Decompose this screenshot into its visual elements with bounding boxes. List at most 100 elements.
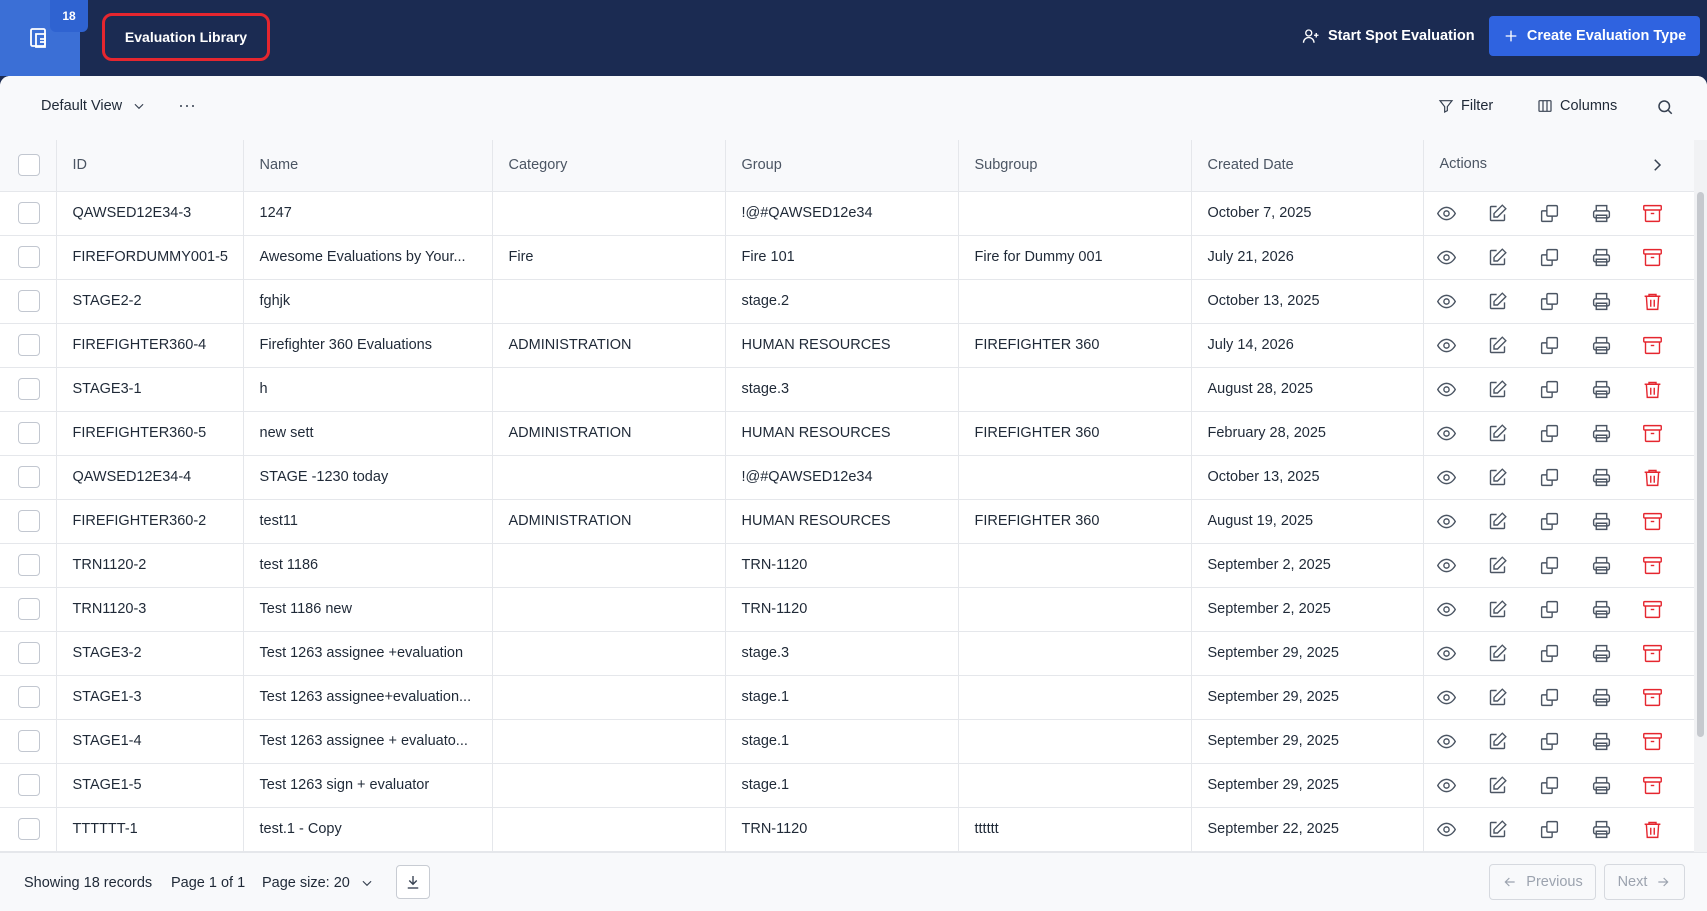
tab-evaluation-library[interactable]: Evaluation Library <box>102 13 270 61</box>
row-checkbox[interactable] <box>18 598 40 620</box>
archive-button[interactable] <box>1642 731 1694 752</box>
print-button[interactable] <box>1591 687 1643 708</box>
duplicate-button[interactable] <box>1539 203 1591 224</box>
view-button[interactable] <box>1436 247 1488 268</box>
row-checkbox[interactable] <box>18 774 40 796</box>
previous-page-button[interactable]: Previous <box>1489 864 1596 900</box>
table-row[interactable]: TTTTTT-1 test.1 - Copy TRN-1120 tttttt Septe… <box>0 807 1694 852</box>
print-button[interactable] <box>1591 335 1643 356</box>
table-row[interactable]: FIREFORDUMMY001-5 Awesome Evaluations by … <box>0 235 1694 280</box>
edit-button[interactable] <box>1487 247 1539 268</box>
edit-button[interactable] <box>1487 643 1539 664</box>
duplicate-button[interactable] <box>1539 247 1591 268</box>
view-button[interactable] <box>1436 203 1488 224</box>
table-row[interactable]: FIREFIGHTER360-5 new sett ADMINISTRATION HU… <box>0 411 1694 456</box>
view-button[interactable] <box>1436 423 1488 444</box>
edit-button[interactable] <box>1487 555 1539 576</box>
view-button[interactable] <box>1436 687 1488 708</box>
row-checkbox[interactable] <box>18 422 40 444</box>
column-header-group[interactable]: Group <box>725 140 959 192</box>
delete-button[interactable] <box>1642 291 1694 312</box>
duplicate-button[interactable] <box>1539 687 1591 708</box>
edit-button[interactable] <box>1487 203 1539 224</box>
table-row[interactable]: FIREFIGHTER360-4 Firefighter 360 Evaluati… <box>0 323 1694 368</box>
archive-button[interactable] <box>1642 423 1694 444</box>
chevron-right-icon[interactable] <box>1648 156 1666 174</box>
print-button[interactable] <box>1591 203 1643 224</box>
filter-button[interactable]: Filter <box>1438 98 1493 114</box>
view-button[interactable] <box>1436 379 1488 400</box>
start-spot-evaluation-button[interactable]: Start Spot Evaluation <box>1296 18 1481 54</box>
print-button[interactable] <box>1591 467 1643 488</box>
print-button[interactable] <box>1591 599 1643 620</box>
row-checkbox[interactable] <box>18 202 40 224</box>
archive-button[interactable] <box>1642 643 1694 664</box>
table-row[interactable]: FIREFIGHTER360-2 test11 ADMINISTRATION HUMA… <box>0 499 1694 544</box>
print-button[interactable] <box>1591 643 1643 664</box>
row-checkbox[interactable] <box>18 466 40 488</box>
page-size-select[interactable]: Page size: 20 <box>262 875 374 891</box>
duplicate-button[interactable] <box>1539 643 1591 664</box>
view-button[interactable] <box>1436 467 1488 488</box>
archive-button[interactable] <box>1642 511 1694 532</box>
archive-button[interactable] <box>1642 247 1694 268</box>
archive-button[interactable] <box>1642 335 1694 356</box>
duplicate-button[interactable] <box>1539 423 1591 444</box>
delete-button[interactable] <box>1642 467 1694 488</box>
print-button[interactable] <box>1591 379 1643 400</box>
scrollbar-thumb[interactable] <box>1697 192 1704 737</box>
row-checkbox[interactable] <box>18 290 40 312</box>
edit-button[interactable] <box>1487 511 1539 532</box>
print-button[interactable] <box>1591 775 1643 796</box>
row-checkbox[interactable] <box>18 246 40 268</box>
delete-button[interactable] <box>1642 819 1694 840</box>
column-header-id[interactable]: ID <box>56 140 244 192</box>
edit-button[interactable] <box>1487 599 1539 620</box>
table-row[interactable]: STAGE1-4 Test 1263 assignee + evaluato...… <box>0 719 1694 764</box>
search-icon[interactable] <box>1656 98 1674 116</box>
next-page-button[interactable]: Next <box>1604 864 1685 900</box>
row-checkbox[interactable] <box>18 378 40 400</box>
duplicate-button[interactable] <box>1539 731 1591 752</box>
archive-button[interactable] <box>1642 687 1694 708</box>
row-checkbox[interactable] <box>18 730 40 752</box>
row-checkbox[interactable] <box>18 686 40 708</box>
duplicate-button[interactable] <box>1539 511 1591 532</box>
duplicate-button[interactable] <box>1539 555 1591 576</box>
table-row[interactable]: STAGE1-3 Test 1263 assignee+evaluation...… <box>0 675 1694 720</box>
archive-button[interactable] <box>1642 599 1694 620</box>
more-options-icon[interactable]: ··· <box>176 94 198 116</box>
view-button[interactable] <box>1436 291 1488 312</box>
table-row[interactable]: TRN1120-2 test 1186 TRN-1120 September 2, 2… <box>0 543 1694 588</box>
view-button[interactable] <box>1436 775 1488 796</box>
duplicate-button[interactable] <box>1539 467 1591 488</box>
edit-button[interactable] <box>1487 467 1539 488</box>
table-row[interactable]: TRN1120-3 Test 1186 new TRN-1120 September … <box>0 587 1694 632</box>
table-row[interactable]: QAWSED12E34-4 STAGE -1230 today !@#QAWSED1… <box>0 455 1694 500</box>
create-evaluation-type-button[interactable]: Create Evaluation Type <box>1489 16 1700 56</box>
column-header-subgroup[interactable]: Subgroup <box>958 140 1192 192</box>
edit-button[interactable] <box>1487 819 1539 840</box>
view-button[interactable] <box>1436 643 1488 664</box>
row-checkbox[interactable] <box>18 334 40 356</box>
edit-button[interactable] <box>1487 731 1539 752</box>
duplicate-button[interactable] <box>1539 599 1591 620</box>
row-checkbox[interactable] <box>18 818 40 840</box>
edit-button[interactable] <box>1487 775 1539 796</box>
print-button[interactable] <box>1591 819 1643 840</box>
row-checkbox[interactable] <box>18 554 40 576</box>
row-checkbox[interactable] <box>18 510 40 532</box>
table-row[interactable]: STAGE3-1 h stage.3 August 28, 2025 <box>0 367 1694 412</box>
print-button[interactable] <box>1591 511 1643 532</box>
select-all-checkbox[interactable] <box>18 154 40 177</box>
view-select[interactable]: Default View <box>41 98 146 114</box>
column-header-category[interactable]: Category <box>492 140 726 192</box>
print-button[interactable] <box>1591 423 1643 444</box>
vertical-scrollbar[interactable] <box>1694 140 1707 852</box>
table-row[interactable]: STAGE2-2 fghjk stage.2 October 13, 2025 <box>0 279 1694 324</box>
view-button[interactable] <box>1436 555 1488 576</box>
print-button[interactable] <box>1591 291 1643 312</box>
view-button[interactable] <box>1436 511 1488 532</box>
view-button[interactable] <box>1436 819 1488 840</box>
print-button[interactable] <box>1591 731 1643 752</box>
